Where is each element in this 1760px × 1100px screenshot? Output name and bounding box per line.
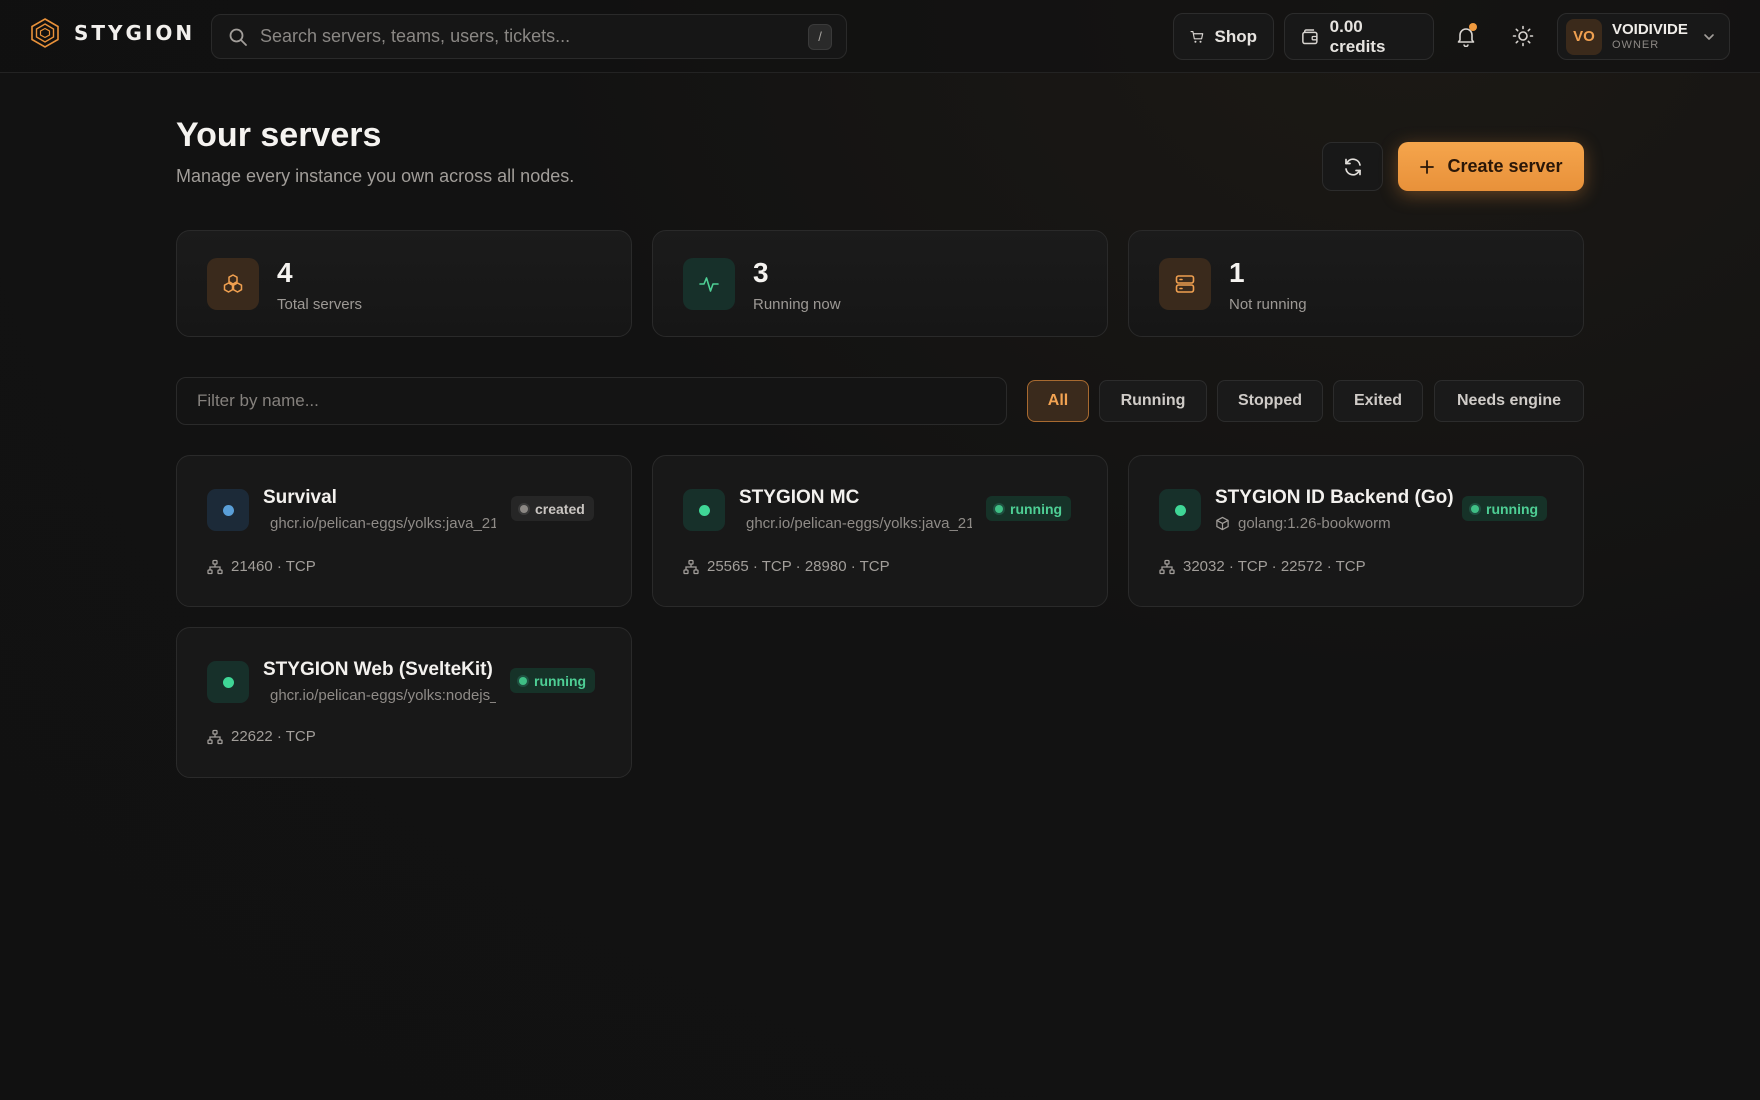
filter-input[interactable]: Filter by name... xyxy=(176,377,1007,425)
cart-icon xyxy=(1190,30,1204,43)
stat-value: 1 xyxy=(1229,257,1245,288)
status-badge-label: running xyxy=(534,672,587,689)
credits-button[interactable]: 0.00 credits xyxy=(1284,13,1434,60)
sun-icon xyxy=(1512,25,1534,47)
server-card[interactable]: STYGION MC ghcr.io/pelican-eggs/yolks:ja… xyxy=(652,455,1108,607)
page-title: Your servers xyxy=(176,116,382,154)
filter-chip-running[interactable]: Running xyxy=(1099,380,1207,422)
stat-icon-wrap xyxy=(683,258,735,310)
status-dot xyxy=(698,504,710,516)
server-image: ghcr.io/pelican-eggs/yolks:java_21 xyxy=(270,515,496,532)
status-indicator xyxy=(207,661,249,703)
credits-label: 0.00 credits xyxy=(1329,16,1386,56)
brand-logo[interactable]: STYGION xyxy=(30,17,195,49)
filter-chip-all[interactable]: All xyxy=(1027,380,1089,422)
status-badge: created xyxy=(511,496,594,521)
ports-label: 25565 · TCP · 28980 · TCP xyxy=(707,558,890,575)
search-shortcut-key: / xyxy=(808,23,832,50)
stat-value: 3 xyxy=(753,257,769,288)
server-ports: 21460 · TCP xyxy=(207,558,316,575)
plus-icon xyxy=(1420,159,1435,174)
status-dot xyxy=(222,504,234,516)
activity-icon xyxy=(699,277,719,292)
badge-dot xyxy=(995,504,1003,513)
server-icon xyxy=(1175,275,1195,293)
server-name: STYGION Web (SvelteKit) xyxy=(263,659,493,680)
stat-icon-wrap xyxy=(1159,258,1211,310)
server-card[interactable]: Survival ghcr.io/pelican-eggs/yolks:java… xyxy=(176,455,632,607)
hexagon-logo-icon xyxy=(31,18,59,48)
server-name: STYGION ID Backend (Go) xyxy=(1215,487,1454,508)
brand-name: STYGION xyxy=(74,21,196,45)
status-dot xyxy=(222,676,234,688)
badge-dot xyxy=(519,676,527,685)
status-badge: running xyxy=(510,668,596,693)
server-image: golang:1.26-bookworm xyxy=(1215,515,1475,532)
theme-toggle-button[interactable] xyxy=(1509,22,1537,50)
network-icon xyxy=(207,729,223,744)
package-icon xyxy=(1216,516,1229,531)
status-indicator xyxy=(683,489,725,531)
status-indicator xyxy=(207,489,249,531)
stat-icon-wrap xyxy=(207,258,259,310)
shop-label: Shop xyxy=(1214,26,1258,46)
create-server-label: Create server xyxy=(1447,156,1563,176)
server-ports: 32032 · TCP · 22572 · TCP xyxy=(1159,558,1366,575)
search-icon xyxy=(229,28,247,46)
chevron-down-icon xyxy=(1704,33,1714,40)
stat-card-running: 3 Running now xyxy=(652,230,1108,337)
stat-label: Not running xyxy=(1229,296,1307,313)
filter-chip-stopped[interactable]: Stopped xyxy=(1217,380,1323,422)
avatar: VO xyxy=(1566,18,1602,55)
network-icon xyxy=(207,559,223,574)
stat-label: Total servers xyxy=(277,296,363,313)
stat-card-total: 4 Total servers xyxy=(176,230,632,337)
badge-dot xyxy=(520,504,528,513)
wallet-icon xyxy=(1302,28,1318,44)
ports-label: 21460 · TCP xyxy=(231,558,316,575)
create-server-button[interactable]: Create server xyxy=(1398,142,1584,191)
notifications-button[interactable] xyxy=(1452,22,1480,50)
server-name: STYGION MC xyxy=(739,487,860,508)
user-menu-button[interactable]: VO VOIDIVIDE OWNER xyxy=(1557,13,1730,60)
cubes-icon xyxy=(223,274,243,293)
search-input[interactable]: Search servers, teams, users, tickets... xyxy=(260,26,808,47)
stat-card-not-running: 1 Not running xyxy=(1128,230,1584,337)
network-icon xyxy=(683,559,699,574)
server-image-label: golang:1.26-bookworm xyxy=(1238,515,1391,532)
global-search[interactable]: Search servers, teams, users, tickets...… xyxy=(211,14,847,59)
status-badge-label: running xyxy=(1486,500,1539,517)
status-dot xyxy=(1174,504,1186,516)
badge-dot xyxy=(1471,504,1479,513)
status-badge: running xyxy=(1462,496,1548,521)
status-badge-label: running xyxy=(1010,500,1063,517)
server-image: ghcr.io/pelican-eggs/yolks:java_21 xyxy=(746,515,972,532)
notification-dot xyxy=(1469,23,1477,31)
server-image: ghcr.io/pelican-eggs/yolks:nodejs_22 xyxy=(270,687,496,704)
status-badge: running xyxy=(986,496,1072,521)
user-name: VOIDIVIDE xyxy=(1612,21,1688,38)
server-ports: 25565 · TCP · 28980 · TCP xyxy=(683,558,890,575)
shop-button[interactable]: Shop xyxy=(1173,13,1274,60)
user-role: OWNER xyxy=(1612,39,1660,51)
status-indicator xyxy=(1159,489,1201,531)
stat-label: Running now xyxy=(753,296,841,313)
ports-label: 32032 · TCP · 22572 · TCP xyxy=(1183,558,1366,575)
network-icon xyxy=(1159,559,1175,574)
refresh-icon xyxy=(1344,157,1361,176)
status-badge-label: created xyxy=(535,500,585,517)
server-card[interactable]: STYGION ID Backend (Go) golang:1.26-book… xyxy=(1128,455,1584,607)
stat-value: 4 xyxy=(277,257,293,288)
ports-label: 22622 · TCP xyxy=(231,728,316,745)
server-card[interactable]: STYGION Web (SvelteKit) ghcr.io/pelican-… xyxy=(176,627,632,778)
refresh-button[interactable] xyxy=(1322,142,1383,191)
server-name: Survival xyxy=(263,487,337,508)
page-subtitle: Manage every instance you own across all… xyxy=(176,166,575,186)
server-ports: 22622 · TCP xyxy=(207,728,316,745)
filter-chip-needs-engine[interactable]: Needs engine xyxy=(1434,380,1584,422)
filter-chip-exited[interactable]: Exited xyxy=(1333,380,1423,422)
top-bar: STYGION Search servers, teams, users, ti… xyxy=(0,0,1760,73)
